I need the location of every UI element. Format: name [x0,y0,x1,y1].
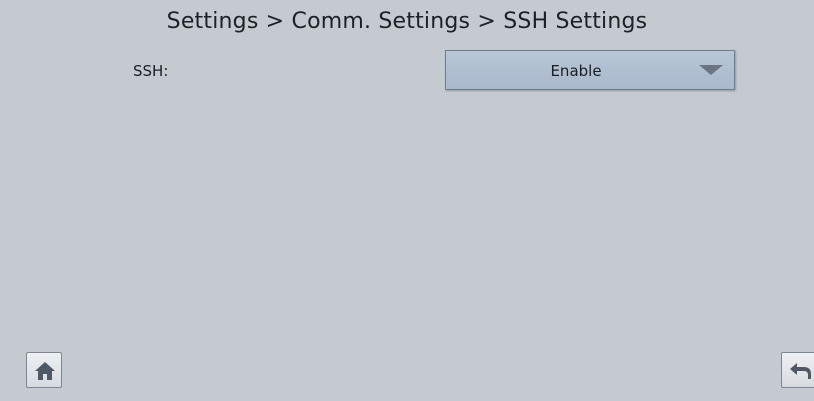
ssh-settings-screen: Settings > Comm. Settings > SSH Settings… [0,0,814,401]
ssh-dropdown[interactable]: Enable [445,50,735,90]
back-button[interactable] [781,352,814,388]
home-button[interactable] [26,352,62,388]
ssh-label: SSH: [133,62,169,80]
breadcrumb: Settings > Comm. Settings > SSH Settings [166,9,648,34]
back-arrow-icon [790,363,811,379]
chevron-down-icon [699,65,723,75]
ssh-dropdown-value: Enable [550,62,602,80]
home-icon [35,362,55,380]
